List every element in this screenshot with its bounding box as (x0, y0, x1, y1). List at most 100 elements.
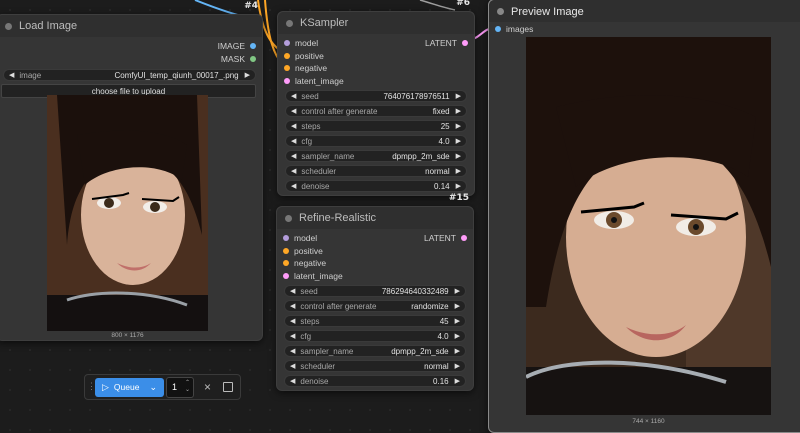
load-image-node[interactable]: #4 Load Image IMAGE MASK ◀ image ComfyUI… (0, 1, 263, 341)
arrow-left-icon[interactable]: ◀ (290, 362, 295, 370)
input-latent-image[interactable]: latent_image (277, 270, 473, 283)
input-dot[interactable] (283, 260, 289, 267)
node-title[interactable]: KSampler (278, 12, 474, 34)
arrow-right-icon[interactable]: ▶ (455, 317, 460, 325)
output-image-dot[interactable] (250, 43, 256, 50)
widget-label: denoise (300, 376, 329, 386)
node-title-label: KSampler (300, 17, 349, 29)
arrow-left-icon[interactable]: ◀ (290, 317, 295, 325)
input-negative[interactable]: negative (278, 62, 474, 75)
arrow-right-icon[interactable]: ▶ (245, 71, 250, 79)
arrow-left-icon[interactable]: ◀ (291, 107, 296, 115)
arrow-left-icon[interactable]: ◀ (291, 137, 296, 145)
output-label: IMAGE (217, 41, 245, 52)
arrow-right-icon[interactable]: ▶ (456, 152, 461, 160)
widget-steps[interactable]: ◀ steps 25 ▶ (285, 120, 467, 132)
node-title[interactable]: Preview Image (489, 0, 800, 22)
widget-control-after-generate[interactable]: ◀ control after generate fixed ▶ (285, 105, 467, 117)
stop-icon[interactable] (223, 382, 234, 392)
arrow-right-icon[interactable]: ▶ (456, 107, 461, 115)
arrow-left-icon[interactable]: ◀ (291, 167, 296, 175)
arrow-left-icon[interactable]: ◀ (291, 182, 296, 190)
input-images[interactable]: images (489, 23, 800, 36)
arrow-left-icon[interactable]: ◀ (291, 122, 296, 130)
collapse-dot[interactable] (285, 214, 292, 222)
input-positive[interactable]: positive (278, 50, 474, 63)
output-mask-dot[interactable] (250, 55, 256, 62)
arrow-left-icon[interactable]: ◀ (290, 332, 295, 340)
input-model[interactable]: model LATENT (277, 232, 473, 245)
widget-steps[interactable]: ◀ steps 45 ▶ (284, 315, 466, 327)
arrow-left-icon[interactable]: ◀ (9, 71, 14, 79)
input-model[interactable]: model LATENT (278, 37, 474, 50)
image-combo[interactable]: ◀ image ComfyUI_temp_qiunh_00017_.png ▶ (3, 69, 256, 81)
widget-cfg[interactable]: ◀ cfg 4.0 ▶ (285, 135, 467, 147)
arrow-right-icon[interactable]: ▶ (456, 182, 461, 190)
collapse-dot[interactable] (497, 8, 504, 15)
widget-label: control after generate (300, 301, 377, 311)
input-latent-image[interactable]: latent_image (278, 75, 474, 88)
widget-denoise[interactable]: ◀ denoise 0.16 ▶ (284, 375, 466, 387)
arrow-right-icon[interactable]: ▶ (456, 92, 461, 100)
image-dimensions: 800 × 1176 (111, 332, 144, 339)
widget-seed[interactable]: ◀ seed 764076178976511 ▶ (285, 90, 467, 102)
close-icon[interactable]: × (204, 380, 211, 394)
collapse-dot[interactable] (286, 19, 293, 27)
widget-sampler-name[interactable]: ◀ sampler_name dpmpp_2m_sde ▶ (285, 150, 467, 162)
preview-image-node[interactable]: Preview Image images 744 × 1160 (488, 0, 800, 433)
input-dot[interactable] (284, 40, 290, 47)
arrow-right-icon[interactable]: ▶ (455, 287, 460, 295)
arrow-right-icon[interactable]: ▶ (455, 377, 460, 385)
widget-label: control after generate (301, 106, 378, 116)
arrow-right-icon[interactable]: ▶ (455, 302, 460, 310)
widget-cfg[interactable]: ◀ cfg 4.0 ▶ (284, 330, 466, 342)
arrow-left-icon[interactable]: ◀ (291, 152, 296, 160)
input-dot[interactable] (495, 26, 501, 33)
input-dot[interactable] (284, 65, 290, 72)
output-dot[interactable] (461, 235, 467, 242)
widget-value: 0.14 (434, 181, 450, 191)
ksampler-node[interactable]: #6 KSampler model LATENT positive negati… (277, 0, 475, 196)
drag-handle-icon[interactable]: ⋮ (87, 381, 96, 392)
arrow-left-icon[interactable]: ◀ (291, 92, 296, 100)
widget-label: seed (301, 91, 319, 101)
input-dot[interactable] (283, 235, 289, 242)
widget-value: dpmpp_2m_sde (392, 151, 450, 161)
widget-scheduler[interactable]: ◀ scheduler normal ▶ (285, 165, 467, 177)
widget-denoise[interactable]: ◀ denoise 0.14 ▶ (285, 180, 467, 192)
output-image[interactable]: IMAGE (0, 40, 262, 53)
chevron-down-icon[interactable]: ⌄ (149, 382, 157, 393)
widget-sampler-name[interactable]: ◀ sampler_name dpmpp_2m_sde ▶ (284, 345, 466, 357)
widget-label: sampler_name (300, 346, 354, 356)
stepper-icon[interactable]: ⌃ ⌄ (185, 380, 190, 394)
widget-seed[interactable]: ◀ seed 786294640332489 ▶ (284, 285, 466, 297)
batch-count-input[interactable]: 1 ⌃ ⌄ (166, 376, 194, 398)
output-mask[interactable]: MASK (0, 53, 262, 66)
arrow-right-icon[interactable]: ▶ (456, 167, 461, 175)
arrow-left-icon[interactable]: ◀ (290, 302, 295, 310)
arrow-left-icon[interactable]: ◀ (290, 287, 295, 295)
input-dot[interactable] (283, 247, 289, 254)
arrow-right-icon[interactable]: ▶ (456, 122, 461, 130)
queue-button[interactable]: ▷ Queue ⌄ (95, 377, 164, 397)
arrow-right-icon[interactable]: ▶ (456, 137, 461, 145)
arrow-right-icon[interactable]: ▶ (455, 332, 460, 340)
arrow-right-icon[interactable]: ▶ (455, 347, 460, 355)
refine-realistic-node[interactable]: #15 Refine-Realistic model LATENT positi… (276, 193, 474, 391)
output-label: MASK (220, 53, 245, 64)
queue-toolbar[interactable]: ⋮ ▷ Queue ⌄ 1 ⌃ ⌄ × (84, 374, 241, 400)
input-dot[interactable] (284, 52, 290, 59)
collapse-dot[interactable] (5, 22, 12, 30)
node-title[interactable]: Load Image (0, 15, 262, 37)
output-dot[interactable] (462, 40, 468, 47)
arrow-left-icon[interactable]: ◀ (290, 347, 295, 355)
node-title[interactable]: Refine-Realistic (277, 207, 473, 229)
input-dot[interactable] (283, 272, 289, 279)
input-negative[interactable]: negative (277, 257, 473, 270)
widget-control-after-generate[interactable]: ◀ control after generate randomize ▶ (284, 300, 466, 312)
arrow-right-icon[interactable]: ▶ (455, 362, 460, 370)
input-dot[interactable] (284, 77, 290, 84)
input-positive[interactable]: positive (277, 245, 473, 258)
arrow-left-icon[interactable]: ◀ (290, 377, 295, 385)
widget-scheduler[interactable]: ◀ scheduler normal ▶ (284, 360, 466, 372)
